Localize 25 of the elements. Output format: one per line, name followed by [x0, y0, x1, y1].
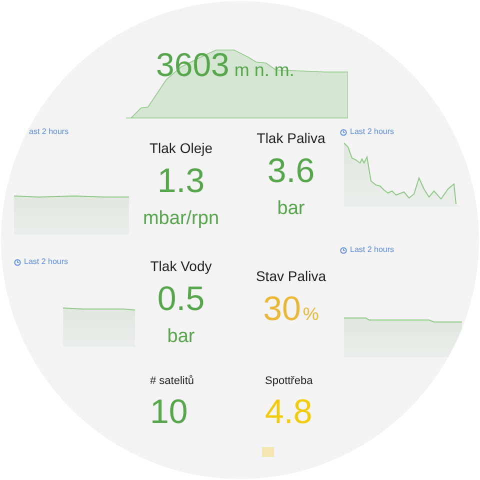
stat-label: Stav Paliva	[256, 267, 326, 286]
stat-unit: bar	[167, 325, 195, 349]
time-range-label[interactable]: Last 2 hours	[350, 128, 394, 136]
stat-value: 4.8	[265, 392, 312, 432]
stat-label: Tlak Oleje	[149, 139, 213, 158]
clock-icon	[340, 128, 347, 136]
stat-value: 10	[150, 392, 188, 432]
clock-icon	[340, 246, 347, 254]
stat-label: Tlak Paliva	[256, 129, 326, 148]
sparkline-chart	[63, 307, 135, 347]
stat-unit: mbar/rpn	[142, 207, 220, 231]
bar-chart-bar	[262, 446, 274, 456]
stat-unit: %	[302, 303, 319, 326]
time-range-label[interactable]: Last 2 hours	[350, 246, 394, 254]
stat-value: 1.3	[157, 161, 205, 201]
stat-value: 0.5	[157, 279, 205, 319]
stat-label: Spottřeba	[265, 374, 313, 389]
time-range-label[interactable]: ast 2 hours	[29, 128, 69, 136]
stat-label: # satelitů	[150, 374, 194, 389]
time-range-label[interactable]: Last 2 hours	[24, 258, 68, 266]
stat-unit: bar	[277, 197, 305, 221]
clock-icon	[14, 258, 21, 266]
stat-value: 3.6	[267, 151, 315, 191]
stat-value: 30	[263, 289, 301, 329]
stat-label: Tlak Vody	[150, 257, 212, 276]
